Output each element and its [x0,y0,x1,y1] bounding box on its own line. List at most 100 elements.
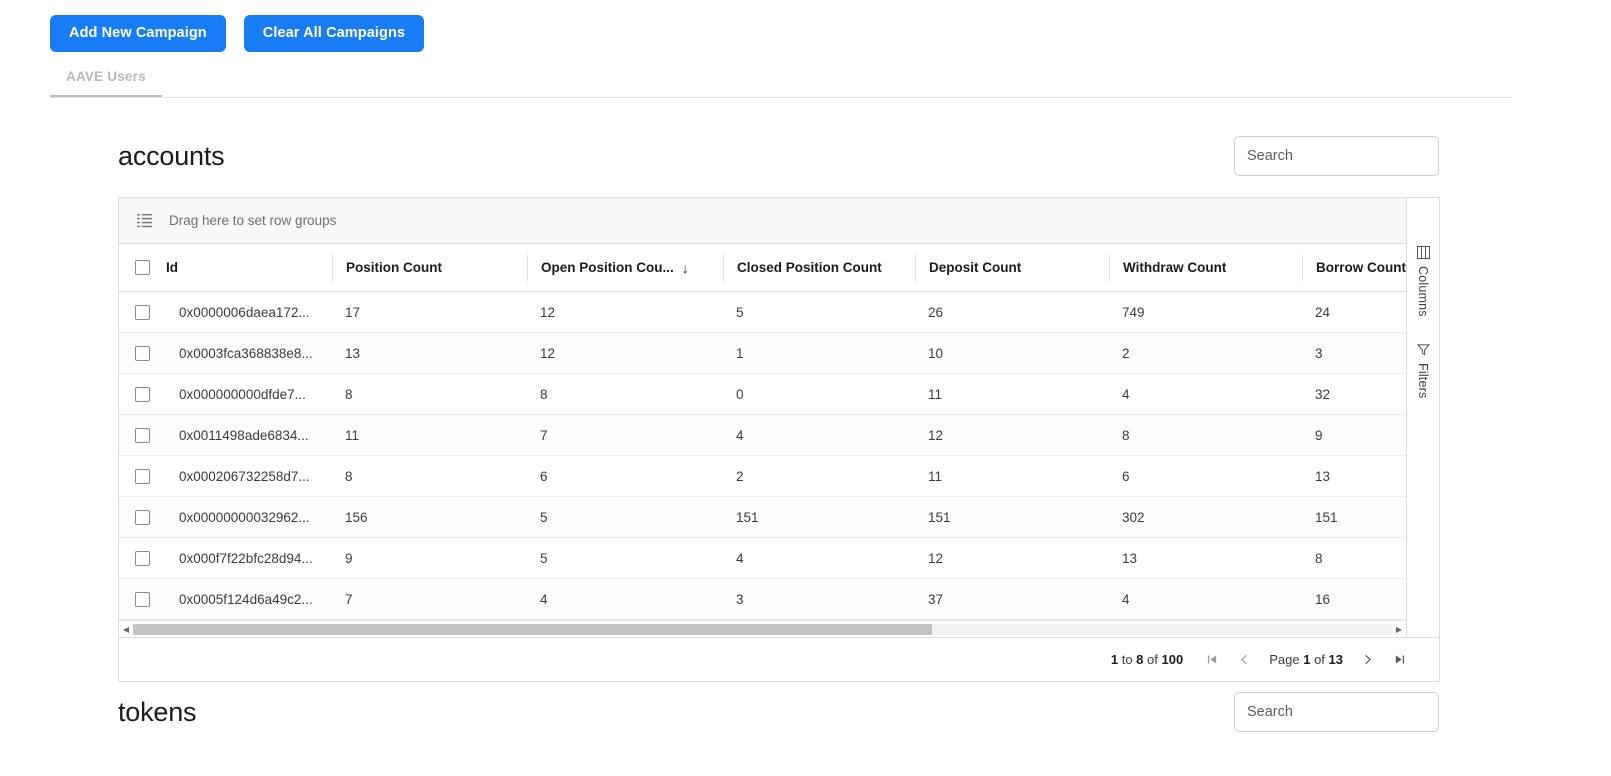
last-page-button[interactable] [1392,654,1407,665]
row-checkbox[interactable] [135,304,150,320]
table-row[interactable]: 0x000206732258d7... 8 6 2 11 6 13 [119,456,1406,497]
cell-closed-position-count: 5 [736,304,744,320]
column-header-open-position-count-label: Open Position Cou... [541,260,674,275]
first-page-button[interactable] [1205,654,1220,665]
tokens-section-header: tokens [0,682,1611,742]
campaign-toolbar: Add New Campaign Clear All Campaigns [50,15,425,52]
page-of-word: of [1314,652,1325,667]
row-checkbox[interactable] [135,345,150,361]
cell-deposit-count: 10 [928,345,944,361]
tokens-search-input[interactable] [1234,692,1439,732]
sort-descending-icon: ↓ [681,259,689,276]
scrollbar-track[interactable] [133,623,1392,635]
scrollbar-thumb[interactable] [133,623,933,635]
cell-withdraw-count: 302 [1122,509,1145,525]
row-checkbox-cell[interactable] [119,509,166,525]
cell-position-count: 11 [345,427,360,443]
row-checkbox[interactable] [135,591,150,607]
row-checkbox-cell[interactable] [119,345,166,361]
select-all-checkbox-cell[interactable] [119,260,166,275]
row-checkbox-cell[interactable] [119,591,166,607]
scroll-left-arrow-icon[interactable]: ◀ [119,625,133,634]
cell-deposit-count: 26 [928,304,944,320]
table-row[interactable]: 0x0011498ade6834... 11 7 4 12 8 9 [119,415,1406,456]
row-checkbox-cell[interactable] [119,304,166,320]
row-group-icon [137,213,152,228]
cell-id: 0x0003fca368838e8... [179,345,313,361]
page-total: 13 [1328,652,1343,667]
range-to-word: to [1121,652,1133,667]
column-header-borrow-count[interactable]: Borrow Count [1302,254,1492,281]
cell-position-count: 17 [345,304,361,320]
cell-borrow-count: 13 [1315,468,1331,484]
table-row[interactable]: 0x0005f124d6a49c2... 7 4 3 37 4 16 [119,579,1406,620]
cell-deposit-count: 12 [928,427,944,443]
select-all-checkbox[interactable] [135,260,150,275]
cell-closed-position-count: 2 [736,468,744,484]
table-row[interactable]: 0x0000006daea172... 17 12 5 26 749 24 [119,292,1406,333]
next-page-button[interactable] [1360,654,1375,665]
filter-icon [1416,343,1430,356]
clear-all-campaigns-button[interactable]: Clear All Campaigns [243,15,425,52]
scroll-right-arrow-icon[interactable]: ▶ [1392,625,1406,634]
table-row[interactable]: 0x000f7f22bfc28d94... 9 5 4 12 13 8 [119,538,1406,579]
row-checkbox[interactable] [135,509,150,525]
row-checkbox[interactable] [135,386,150,402]
cell-id: 0x0011498ade6834... [179,427,309,443]
range-start: 1 [1110,652,1119,667]
column-header-withdraw-count[interactable]: Withdraw Count [1109,254,1302,281]
columns-icon [1416,246,1430,259]
cell-deposit-count: 11 [928,386,943,402]
cell-borrow-count: 24 [1315,304,1331,320]
cell-withdraw-count: 749 [1122,304,1145,320]
cell-id: 0x000206732258d7... [179,468,310,484]
horizontal-scrollbar[interactable]: ◀ ▶ [119,620,1406,637]
row-checkbox-cell[interactable] [119,427,166,443]
range-end: 8 [1136,652,1144,667]
cell-closed-position-count: 4 [736,550,744,566]
row-checkbox[interactable] [135,468,150,484]
tool-panel-columns-button[interactable]: Columns [1416,246,1430,317]
cell-withdraw-count: 4 [1122,386,1130,402]
tool-panel-filters-button[interactable]: Filters [1416,343,1430,398]
row-checkbox-cell[interactable] [119,550,166,566]
range-total: 100 [1161,652,1184,667]
cell-withdraw-count: 4 [1122,591,1130,607]
tab-aave-users[interactable]: AAVE Users [50,60,162,97]
tab-bar: AAVE Users [50,60,1512,98]
cell-withdraw-count: 13 [1122,550,1138,566]
row-checkbox-cell[interactable] [119,386,166,402]
accounts-search-input[interactable] [1234,136,1439,176]
previous-page-button[interactable] [1237,654,1252,665]
table-row[interactable]: 0x00000000032962... 156 5 151 151 302 151 [119,497,1406,538]
cell-withdraw-count: 8 [1122,427,1130,443]
column-header-deposit-count[interactable]: Deposit Count [915,254,1109,281]
range-of-word: of [1147,652,1158,667]
column-header-closed-position-count[interactable]: Closed Position Count [723,254,915,281]
row-checkbox-cell[interactable] [119,468,166,484]
column-header-open-position-count[interactable]: Open Position Cou... ↓ [527,254,723,281]
cell-open-position-count: 5 [540,550,548,566]
grid-pagination: 1 to 8 of 100 Page 1 of 13 [119,637,1439,681]
row-group-placeholder: Drag here to set row groups [169,213,337,228]
cell-open-position-count: 6 [540,468,548,484]
add-new-campaign-button[interactable]: Add New Campaign [50,15,226,52]
column-header-position-count[interactable]: Position Count [332,254,527,281]
table-row[interactable]: 0x000000000dfde7... 8 8 0 11 4 32 [119,374,1406,415]
cell-deposit-count: 12 [928,550,944,566]
column-header-id[interactable]: Id [166,255,332,281]
cell-position-count: 7 [345,591,353,607]
page-current: 1 [1303,652,1311,667]
table-row[interactable]: 0x0003fca368838e8... 13 12 1 10 2 3 [119,333,1406,374]
cell-deposit-count: 11 [928,468,943,484]
row-checkbox[interactable] [135,427,150,443]
row-checkbox[interactable] [135,550,150,566]
cell-position-count: 156 [345,509,368,525]
cell-borrow-count: 3 [1315,345,1323,361]
cell-closed-position-count: 1 [736,345,744,361]
grid-main: Drag here to set row groups Id Position … [119,198,1406,637]
pagination-range: 1 to 8 of 100 [1111,652,1183,667]
cell-closed-position-count: 3 [736,591,744,607]
row-group-panel[interactable]: Drag here to set row groups [119,198,1406,244]
cell-id: 0x0005f124d6a49c2... [179,591,313,607]
